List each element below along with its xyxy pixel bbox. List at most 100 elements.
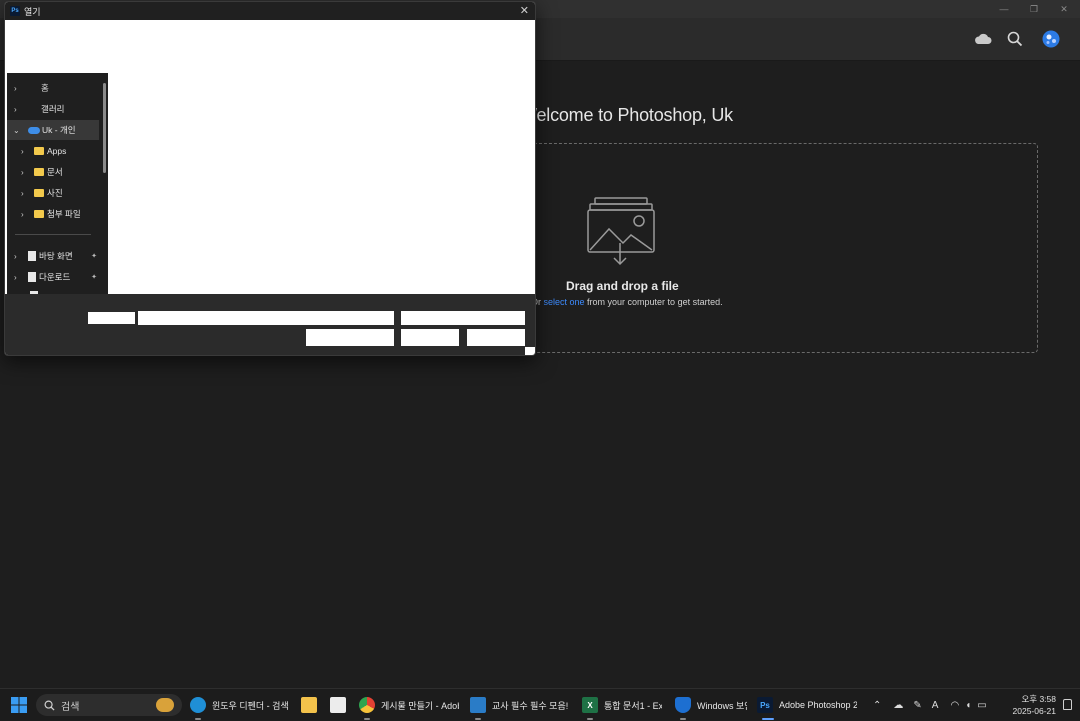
app-icon (470, 697, 486, 713)
open-button[interactable] (401, 329, 459, 346)
image-upload-icon (587, 197, 655, 266)
taskbar-app-security[interactable]: Windows 보안 (675, 693, 747, 717)
shield-icon (675, 697, 691, 713)
search-icon (44, 700, 55, 711)
nav-item-label: 바탕 화면 (39, 251, 73, 261)
resize-grip[interactable] (525, 347, 535, 355)
pin-icon[interactable]: ✦ (91, 273, 97, 281)
nav-scrollbar[interactable] (103, 83, 106, 173)
nav-divider (15, 234, 91, 235)
filename-input[interactable] (138, 311, 394, 325)
close-icon[interactable]: ✕ (520, 5, 529, 17)
dialog-titlebar: Ps 열기 ✕ (5, 2, 535, 20)
notification-icon[interactable] (1063, 699, 1072, 710)
folder-icon (34, 210, 44, 218)
taskbar-app-chrome[interactable]: 게시물 만들기 - Adob (359, 693, 459, 717)
nav-item-downloads[interactable]: › 다운로드 ✦ (7, 267, 99, 287)
pen-icon[interactable]: ✎ (913, 700, 921, 711)
excel-icon: X (582, 697, 598, 713)
onedrive-cloud-icon (28, 126, 40, 134)
taskbar-search[interactable]: 검색 (36, 694, 182, 716)
search-icon[interactable] (1004, 28, 1026, 50)
chevron-right-icon[interactable]: › (21, 168, 24, 177)
desktop-icon (28, 251, 36, 261)
nav-item-attachments[interactable]: › 첨부 파일 (7, 204, 99, 224)
cloud-icon[interactable] (972, 28, 994, 50)
nav-item-pictures[interactable]: › 사진 (7, 183, 99, 203)
nav-item-documents[interactable]: › 문서 (7, 162, 99, 182)
clock[interactable]: 오후 3:58 2025-06-21 (1013, 693, 1056, 717)
taskbar-app-explorer[interactable] (301, 693, 319, 717)
chevron-right-icon[interactable]: › (21, 147, 24, 156)
chevron-right-icon[interactable]: › (21, 210, 24, 219)
folder-icon (34, 189, 44, 197)
onedrive-icon[interactable]: ☁ (893, 700, 903, 711)
start-button[interactable] (10, 693, 32, 717)
nav-item-label: 갤러리 (41, 104, 65, 114)
nav-item-desktop[interactable]: › 바탕 화면 ✦ (7, 246, 99, 266)
welcome-title: Welcome to Photoshop, Uk (520, 105, 733, 125)
nav-item-home[interactable]: › 홈 (7, 78, 99, 98)
nav-item-gallery[interactable]: › 갤러리 (7, 99, 99, 119)
taskbar-app-label: 교사 필수 필수 모음! (492, 700, 569, 711)
pin-icon[interactable]: ✦ (91, 252, 97, 260)
nav-item-label: Apps (47, 146, 67, 156)
avatar[interactable] (1040, 28, 1062, 50)
taskbar-app-excel[interactable]: X 통합 문서1 - Exce (582, 693, 662, 717)
chevron-right-icon[interactable]: › (14, 273, 17, 282)
taskbar-app-photoshop[interactable]: Ps Adobe Photoshop 202 (757, 693, 857, 717)
chevron-up-icon[interactable]: ⌃ (873, 700, 881, 711)
nav-item-apps[interactable]: › Apps (7, 141, 99, 161)
windows-logo-icon (11, 697, 27, 713)
cancel-button[interactable] (467, 329, 525, 346)
download-icon (28, 272, 36, 282)
search-highlight-icon (156, 698, 174, 712)
taskbar: 검색 윈도우 디펜더 - 검색 게시물 만들기 - Adob 교사 필수 필수 … (0, 688, 1080, 720)
taskbar-app-store[interactable] (330, 693, 348, 717)
chevron-right-icon[interactable]: › (21, 189, 24, 198)
chevron-right-icon[interactable]: › (14, 252, 17, 261)
chevron-down-icon[interactable]: ⌄ (13, 126, 20, 135)
volume-icon[interactable]: ◖ (965, 700, 971, 711)
file-dropzone[interactable]: Drag and drop a file Or select one from … (520, 143, 1038, 353)
taskbar-app-label: 윈도우 디펜더 - 검색 (212, 700, 289, 711)
select-file-link[interactable]: select one (544, 297, 585, 307)
folder-icon (34, 147, 44, 155)
taskbar-app-label: 통합 문서1 - Exce (604, 700, 662, 711)
nav-item-label: 문서 (47, 167, 63, 177)
folder-icon (34, 168, 44, 176)
edge-icon (190, 697, 206, 713)
nav-item-onedrive-personal[interactable]: ⌄ Uk - 개인 (7, 120, 99, 140)
battery-icon[interactable]: ▭ (977, 700, 986, 711)
nav-item-label: 다운로드 (39, 272, 71, 282)
chrome-icon (359, 697, 375, 713)
chevron-right-icon[interactable]: › (14, 105, 17, 114)
file-type-select[interactable] (401, 311, 525, 325)
clock-time: 오후 3:58 (1021, 694, 1056, 704)
open-file-dialog: Ps 열기 ✕ › 홈 › 갤러리 ⌄ Uk - 개인 › Apps › 문서 … (4, 1, 536, 356)
navigation-pane: › 홈 › 갤러리 ⌄ Uk - 개인 › Apps › 문서 › 사진 › 첨… (7, 73, 108, 294)
tools-button[interactable] (306, 329, 394, 346)
taskbar-app-teacher[interactable]: 교사 필수 필수 모음! (470, 693, 570, 717)
clock-date: 2025-06-21 (1012, 706, 1056, 716)
maximize-button[interactable]: ❐ (1018, 0, 1050, 18)
photoshop-app-icon: Ps (10, 6, 20, 16)
system-tray: ⌃ ☁ ✎ A ◠ ◖ ▭ (873, 689, 987, 721)
wifi-icon[interactable]: ◠ (950, 700, 959, 711)
nav-item-label: 사진 (47, 188, 63, 198)
dialog-title: 열기 (24, 6, 41, 17)
drop-subtitle: Or select one from your computer to get … (531, 297, 723, 307)
nav-item-label: 첨부 파일 (47, 209, 81, 219)
search-placeholder: 검색 (61, 701, 80, 713)
taskbar-app-edge[interactable]: 윈도우 디펜더 - 검색 (190, 693, 292, 717)
nav-item-label: Uk - 개인 (42, 125, 76, 135)
minimize-button[interactable]: — (988, 0, 1020, 18)
dialog-footer (5, 294, 535, 355)
chevron-right-icon[interactable]: › (14, 84, 17, 93)
font-icon[interactable]: A (932, 700, 939, 711)
taskbar-app-label: Windows 보안 (697, 700, 747, 711)
nav-item-label: 홈 (41, 83, 49, 93)
close-window-button[interactable]: ✕ (1048, 0, 1080, 18)
file-explorer-icon (301, 697, 317, 713)
taskbar-app-label: 게시물 만들기 - Adob (381, 700, 459, 711)
